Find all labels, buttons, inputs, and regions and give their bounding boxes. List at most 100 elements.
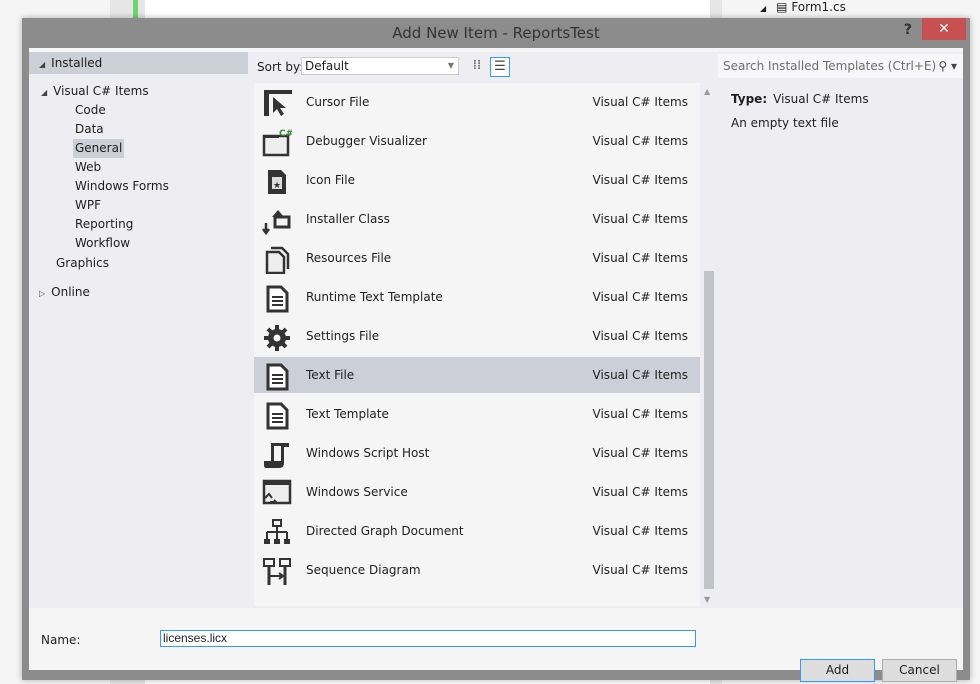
template-item[interactable]: Windows Service Visual C# Items (254, 474, 700, 510)
template-item[interactable]: Runtime Text Template Visual C# Items (254, 279, 700, 315)
template-name: Sequence Diagram (306, 563, 421, 577)
template-type: Visual C# Items (592, 368, 688, 382)
search-input[interactable]: Search Installed Templates (Ctrl+E) ⚲ ▾ (718, 54, 963, 78)
grid-icon: ⁞⁞ (472, 58, 482, 73)
scroll-thumb[interactable] (704, 271, 714, 589)
tree-item-general[interactable]: General (73, 139, 125, 158)
category-tree: ◢ Installed ◢ Visual C# Items Code Data Gene… (29, 52, 248, 608)
expanded-icon: ◢ (39, 60, 46, 69)
installer-icon (262, 210, 291, 235)
dialog-body: ◢ Installed ◢ Visual C# Items Code Data Gene… (29, 48, 963, 682)
icon-file-icon: ★ (268, 170, 286, 194)
type-info: Type: Visual C# Items (731, 92, 869, 106)
tree-installed[interactable]: ◢ Installed (29, 52, 248, 74)
sequence-icon (263, 558, 291, 585)
sort-select[interactable]: Default ▼ (301, 57, 459, 75)
template-item[interactable]: C# Debugger Visualizer Visual C# Items (254, 123, 700, 159)
template-type: Visual C# Items (592, 290, 688, 304)
expanded-icon: ◢ (41, 88, 48, 97)
template-item[interactable]: ★ Icon File Visual C# Items (254, 162, 700, 198)
template-type: Visual C# Items (592, 212, 688, 226)
solution-tree-item[interactable]: ◢ ▤ Form1.cs (760, 0, 846, 16)
tree-item-data[interactable]: Data (75, 120, 104, 139)
add-button[interactable]: Add (800, 659, 875, 682)
help-button[interactable]: ? (904, 22, 912, 38)
template-type: Visual C# Items (592, 134, 688, 148)
template-name: Cursor File (306, 95, 370, 109)
grid-view-button[interactable]: ⁞⁞ (468, 57, 486, 75)
template-name: Text Template (306, 407, 389, 421)
template-name: Directed Graph Document (306, 524, 464, 538)
template-item[interactable]: Text File Visual C# Items (254, 357, 700, 393)
template-name: Icon File (306, 173, 355, 187)
tree-item-workflow[interactable]: Workflow (75, 234, 130, 253)
tree-item-web[interactable]: Web (75, 158, 101, 177)
tree-item-code[interactable]: Code (75, 101, 106, 120)
list-view-button[interactable]: ☰ (490, 57, 510, 77)
sort-label: Sort by: (257, 60, 304, 74)
scroll-down-icon[interactable]: ▼ (704, 595, 710, 604)
template-name: Runtime Text Template (306, 290, 443, 304)
add-new-item-dialog: Add New Item - ReportsTest ? ✕ ◢ Installe… (22, 18, 970, 682)
close-button[interactable]: ✕ (922, 18, 966, 40)
template-item[interactable]: Cursor File Visual C# Items (254, 84, 700, 120)
svg-text:★: ★ (273, 181, 281, 191)
cancel-button[interactable]: Cancel (882, 659, 957, 682)
template-type: Visual C# Items (592, 407, 688, 421)
window-cs-icon: C# (262, 129, 292, 157)
scroll-up-icon[interactable]: ▲ (704, 87, 710, 96)
description: An empty text file (731, 116, 839, 130)
search-icon[interactable]: ⚲ ▾ (938, 54, 957, 78)
svg-text:C#: C# (279, 129, 292, 139)
template-name: Windows Service (306, 485, 408, 499)
template-name: Settings File (306, 329, 380, 343)
template-item[interactable]: Installer Class Visual C# Items (254, 201, 700, 237)
graph-icon (264, 519, 290, 544)
template-name: Text File (306, 368, 355, 382)
template-type: Visual C# Items (592, 446, 688, 460)
template-type: Visual C# Items (592, 563, 688, 577)
template-type: Visual C# Items (592, 485, 688, 499)
name-input[interactable]: licenses.licx (160, 630, 696, 647)
tree-item-wpf[interactable]: WPF (75, 196, 101, 215)
service-icon (262, 479, 292, 505)
template-type: Visual C# Items (592, 329, 688, 343)
list-icon: ☰ (494, 59, 506, 74)
pages-icon (265, 246, 290, 274)
template-item[interactable]: Resources File Visual C# Items (254, 240, 700, 276)
text-doc-icon (266, 363, 289, 391)
collapsed-icon: ▷ (39, 289, 46, 298)
text-doc-icon (266, 402, 289, 430)
dialog-title: Add New Item - ReportsTest (392, 24, 600, 42)
template-type: Visual C# Items (592, 173, 688, 187)
text-doc-icon (266, 285, 289, 313)
details-panel: Search Installed Templates (Ctrl+E) ⚲ ▾ T… (718, 52, 963, 608)
template-name: Resources File (306, 251, 392, 265)
template-list: Cursor File Visual C# Items C# Debugger V… (254, 83, 700, 606)
scroll-icon (264, 443, 289, 468)
cursor-icon (264, 90, 292, 116)
template-panel: Sort by: Default ▼ ⁞⁞ ☰ Cursor File Visua… (248, 52, 718, 608)
template-name: Debugger Visualizer (306, 134, 427, 148)
tree-graphics[interactable]: Graphics (56, 254, 109, 273)
template-type: Visual C# Items (592, 524, 688, 538)
template-item[interactable]: Settings File Visual C# Items (254, 318, 700, 354)
template-item[interactable]: Directed Graph Document Visual C# Items (254, 513, 700, 549)
name-label: Name: (41, 633, 81, 647)
file-icon: ▤ (776, 0, 792, 14)
template-item[interactable]: Windows Script Host Visual C# Items (254, 435, 700, 471)
template-type: Visual C# Items (592, 95, 688, 109)
tree-visual-cs-items[interactable]: ◢ Visual C# Items (41, 82, 149, 101)
chevron-down-icon: ▼ (447, 61, 454, 70)
tree-online[interactable]: ▷ Online (39, 283, 90, 302)
tree-item-reporting[interactable]: Reporting (75, 215, 133, 234)
template-type: Visual C# Items (592, 251, 688, 265)
gear-icon (264, 325, 290, 351)
list-scrollbar[interactable]: ▲ ▼ (701, 83, 717, 606)
template-item[interactable]: Text Template Visual C# Items (254, 396, 700, 432)
change-marker (133, 0, 138, 18)
template-name: Windows Script Host (306, 446, 430, 460)
template-item[interactable]: Sequence Diagram Visual C# Items (254, 552, 700, 588)
template-name: Installer Class (306, 212, 390, 226)
tree-item-windows-forms[interactable]: Windows Forms (75, 177, 169, 196)
